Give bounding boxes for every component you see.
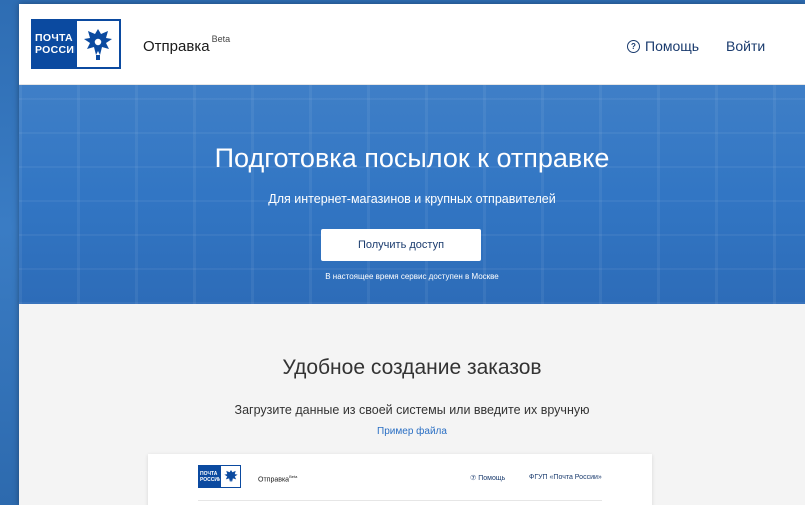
- hero-availability-note: В настоящее время сервис доступен в Моск…: [325, 272, 499, 281]
- sample-file-link[interactable]: Пример файла: [19, 426, 805, 437]
- preview-logo-line2: РОССИИ: [200, 476, 222, 483]
- browser-page: ПОЧТА РОССИИ Отправка Beta ? Помощь Войти…: [19, 4, 805, 505]
- preview-help-link: ⑦ Помощь: [470, 475, 506, 482]
- preview-logo-wordmark: ПОЧТА РОССИИ: [198, 465, 222, 488]
- features-section: Удобное создание заказов Загрузите данны…: [19, 304, 805, 505]
- preview-org-link: ФГУП «Почта России»: [529, 474, 602, 481]
- site-header: ПОЧТА РОССИИ Отправка Beta ? Помощь Войти: [19, 4, 805, 85]
- eagle-emblem-icon: [75, 19, 121, 69]
- help-label: Помощь: [645, 38, 700, 54]
- section-subtitle: Загрузите данные из своей системы или вв…: [234, 403, 590, 417]
- app-preview-screenshot: ПОЧТА РОССИИ ОтправкаBeta ⑦ Помощь ФГУП …: [148, 454, 652, 505]
- hero-subtitle: Для интернет-магазинов и крупных отправи…: [268, 192, 556, 206]
- section-title: Удобное создание заказов: [282, 356, 542, 379]
- preview-logo: ПОЧТА РОССИИ: [198, 465, 241, 488]
- pochta-logo[interactable]: ПОЧТА РОССИИ: [31, 19, 121, 69]
- preview-beta-badge: Beta: [289, 474, 298, 479]
- app-title-text: Отправка: [143, 38, 210, 55]
- hero-banner: Подготовка посылок к отправке Для интерн…: [19, 85, 805, 304]
- question-circle-icon: ?: [627, 39, 640, 53]
- logo-line1: ПОЧТА: [35, 32, 73, 44]
- app-title[interactable]: Отправка Beta: [143, 34, 231, 55]
- preview-app-title-text: Отправка: [258, 476, 290, 484]
- hero-title: Подготовка посылок к отправке: [214, 143, 610, 173]
- login-link[interactable]: Войти: [726, 38, 765, 54]
- logo-wordmark: ПОЧТА РОССИИ: [31, 19, 83, 69]
- beta-badge: Beta: [211, 34, 231, 44]
- logo-line2: РОССИИ: [35, 44, 83, 56]
- preview-eagle-emblem-icon: [220, 465, 241, 488]
- help-link[interactable]: ? Помощь: [627, 38, 699, 54]
- get-access-button[interactable]: Получить доступ: [321, 229, 481, 261]
- preview-app-title: ОтправкаBeta: [258, 474, 297, 483]
- preview-divider: [198, 500, 602, 501]
